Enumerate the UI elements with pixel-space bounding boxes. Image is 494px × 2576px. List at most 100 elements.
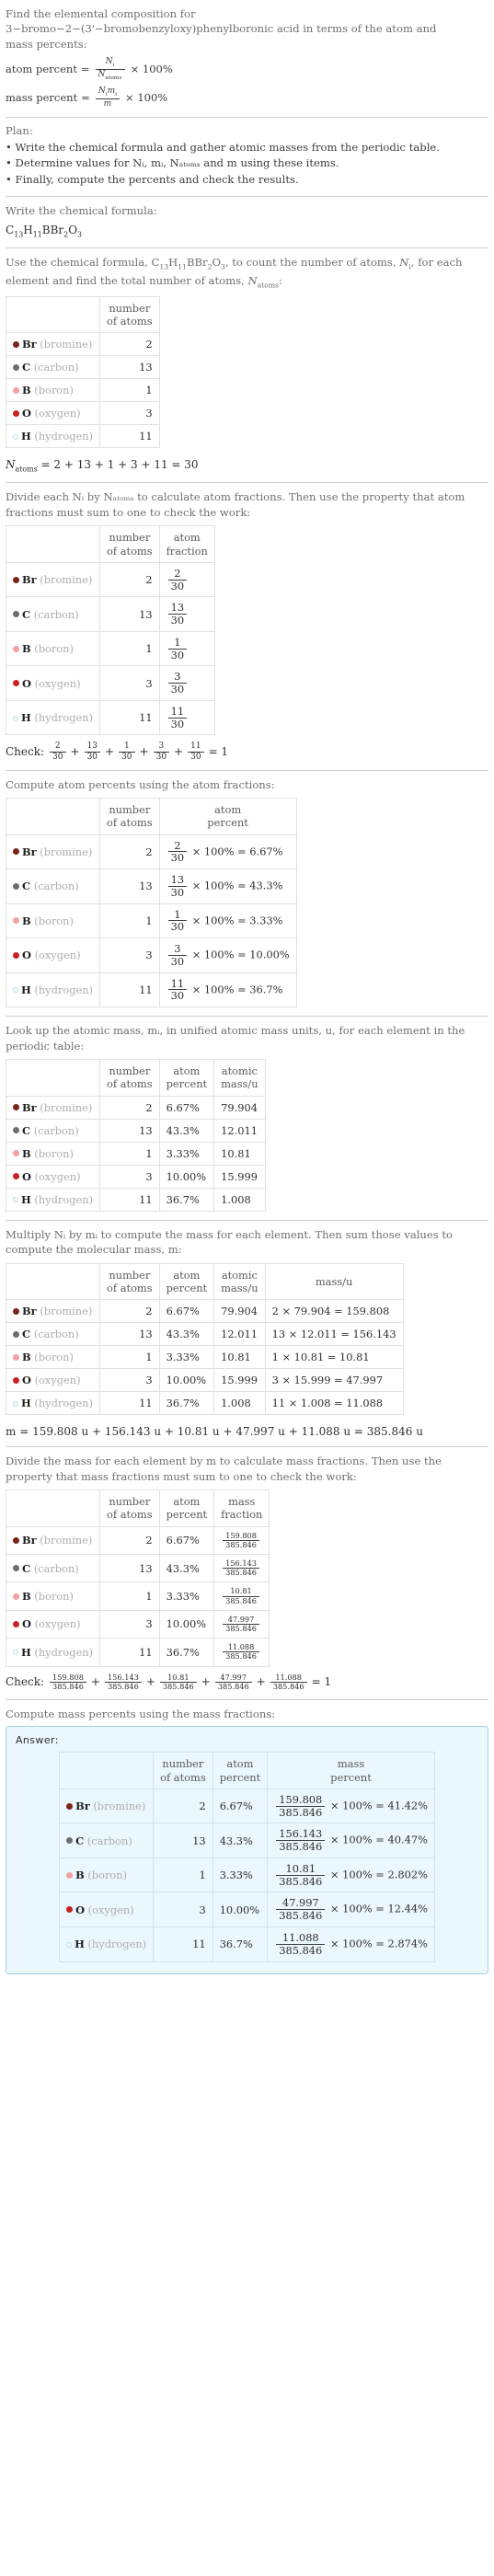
element-color-dot-c — [13, 1565, 19, 1572]
atom-count-br: 2 — [99, 1525, 160, 1556]
element-color-dot-br — [13, 1536, 19, 1544]
fraction-denominator: m — [103, 98, 112, 109]
table-header-row: number of atoms atom percent atomic mass/u … — [5, 1262, 404, 1301]
mass-expr-br: 2 × 79.904 = 159.808 — [264, 1299, 404, 1324]
atom-count-b: 1 — [153, 1857, 213, 1893]
element-color-dot-h — [13, 433, 18, 440]
mass-fraction-text: Divide the mass for each element by m to… — [6, 1455, 442, 1483]
atomic-mass-c: 12.011 — [213, 1118, 266, 1143]
atomic-mass-text: Look up the atomic mass, mᵢ, in unified … — [6, 1024, 465, 1052]
col-header-element — [59, 1752, 155, 1789]
element-color-dot-br — [13, 576, 19, 583]
fraction-denominator: 30 — [170, 954, 185, 968]
element-cell-o: O (oxygen) — [5, 1368, 101, 1393]
atom-percent-formula-label: atom percent — [6, 63, 77, 76]
atom-count-c: 13 — [153, 1823, 213, 1858]
element-symbol: C — [22, 1123, 31, 1137]
table-row: C (carbon) 13 13 30 × 100% = 43.3% — [5, 868, 297, 904]
element-color-dot-b — [13, 645, 19, 652]
fraction-numerator: 13 — [167, 602, 188, 615]
atom-percent-br: 6.67% — [158, 1525, 215, 1556]
equals-sign: = — [81, 90, 90, 104]
plan-step: Plan: Write the chemical formula and gat… — [6, 118, 488, 196]
plus-sign: + — [145, 1675, 155, 1689]
element-symbol: O — [22, 1374, 31, 1387]
atomic-mass-o: 15.999 — [213, 1164, 266, 1189]
atom-fraction-c: 13 30 — [158, 596, 215, 632]
element-symbol: O — [75, 1903, 86, 1916]
element-symbol: O — [22, 949, 31, 962]
table-row: H (hydrogen) 11 11 30 × 100% = 36.7% — [5, 972, 297, 1008]
mass-fraction-o: 47.997 385.846 — [213, 1609, 270, 1639]
fraction-denominator: 385.846 — [279, 1909, 323, 1923]
element-symbol: O — [22, 407, 31, 420]
element-cell-b: B (boron) — [5, 903, 101, 939]
mass-percent-value: 2.874% — [387, 1937, 428, 1950]
col-header-atom-percent: atom percent — [158, 798, 297, 835]
fraction-denominator: 30 — [170, 614, 185, 627]
element-symbol: B — [75, 1869, 85, 1882]
check-label: Check: — [6, 1675, 45, 1689]
fraction-numerator: 11 — [188, 742, 204, 753]
atom-fraction-br: 2 30 — [158, 561, 215, 598]
table-row: Br (bromine) 2 6.67% 79.904 2 × 79.904 =… — [5, 1299, 404, 1324]
element-name: (hydrogen) — [34, 1645, 94, 1659]
element-cell-b: B (boron) — [5, 1581, 101, 1611]
equals-sign: = — [375, 1937, 385, 1950]
table-row: B (boron) 1 1 30 × 100% = 3.33% — [5, 903, 297, 939]
check-label: Check: — [6, 745, 45, 759]
mass-percent-calc-br: 159.808 385.846 × 100% = 41.42% — [267, 1788, 435, 1824]
element-name: (hydrogen) — [34, 1397, 94, 1410]
atom-percent-o: 10.00% — [158, 1609, 215, 1639]
element-cell-o: O (oxygen) — [5, 1164, 101, 1189]
table-row: Br (bromine) 2 6.67% 79.904 — [5, 1095, 266, 1120]
element-color-dot-h — [13, 715, 18, 721]
element-color-dot-o — [66, 1906, 74, 1914]
element-name: (carbon) — [33, 1123, 79, 1137]
element-color-dot-h — [66, 1941, 73, 1948]
equals-sign: = — [375, 1799, 385, 1812]
table-row: H (hydrogen) 11 36.7% 1.008 11 × 1.008 =… — [5, 1391, 404, 1416]
col-header-number-of-atoms: number of atoms — [153, 1752, 213, 1789]
element-color-dot-h — [13, 987, 18, 994]
atom-percent-table: number of atoms atom percent Br (bromine) … — [5, 798, 297, 1008]
table-row: C (carbon) 13 43.3% 156.143 385.846 × 100… — [59, 1823, 435, 1858]
equals-sign: = — [237, 879, 247, 892]
col-header-atom-percent: atom percent — [158, 1489, 215, 1527]
fraction-numerator: Ni — [95, 57, 125, 70]
element-name: (carbon) — [33, 1561, 79, 1575]
atomic-mass-o: 15.999 — [213, 1368, 266, 1393]
solution-page: Find the elemental composition for 3−bro… — [0, 0, 494, 1992]
element-cell-b: B (boron) — [5, 1345, 101, 1370]
molecular-mass-equation: m = 159.808 u + 156.143 u + 10.81 u + 47… — [6, 1425, 423, 1439]
element-color-dot-h — [13, 1400, 18, 1407]
fraction-numerator: Nimi — [95, 86, 121, 99]
element-symbol: B — [22, 642, 31, 656]
element-symbol: C — [22, 361, 31, 374]
fraction-denominator: Natoms — [98, 69, 122, 81]
atom-percent-b: 3.33% — [158, 1141, 215, 1166]
element-cell-h: H (hydrogen) — [5, 424, 101, 449]
plus-sign: + — [256, 1675, 266, 1689]
atom-count-c: 13 — [99, 1322, 160, 1347]
col-header-atomic-mass: atomic mass/u — [213, 1262, 266, 1301]
mass-step: Multiply Nᵢ by mᵢ to compute the mass fo… — [5, 1221, 488, 1447]
atom-count-br: 2 — [99, 1299, 160, 1324]
times-100: × 100% — [329, 1799, 373, 1812]
element-name: (bromine) — [40, 845, 93, 858]
fraction-denominator: 385.846 — [279, 1874, 323, 1888]
table-row: B (boron) 1 3.33% 10.81 385.846 — [5, 1581, 270, 1611]
atom-percent-br: 6.67% — [212, 1788, 269, 1824]
equals-sign: = — [375, 1902, 385, 1915]
element-color-dot-o — [13, 951, 19, 959]
element-name: (hydrogen) — [34, 983, 94, 996]
element-color-dot-c — [13, 882, 19, 890]
element-symbol: Br — [22, 1305, 37, 1318]
table-row: B (boron) 1 1 30 — [5, 630, 215, 667]
element-name: (bromine) — [40, 573, 93, 587]
element-symbol: Br — [22, 1534, 37, 1547]
atom-count-b: 1 — [99, 1345, 160, 1370]
fraction-denominator: 385.846 — [225, 1568, 257, 1578]
mass-percent-calc-c: 156.143 385.846 × 100% = 40.47% — [267, 1823, 435, 1858]
chemical-formula-label: Write the chemical formula: — [6, 203, 157, 217]
